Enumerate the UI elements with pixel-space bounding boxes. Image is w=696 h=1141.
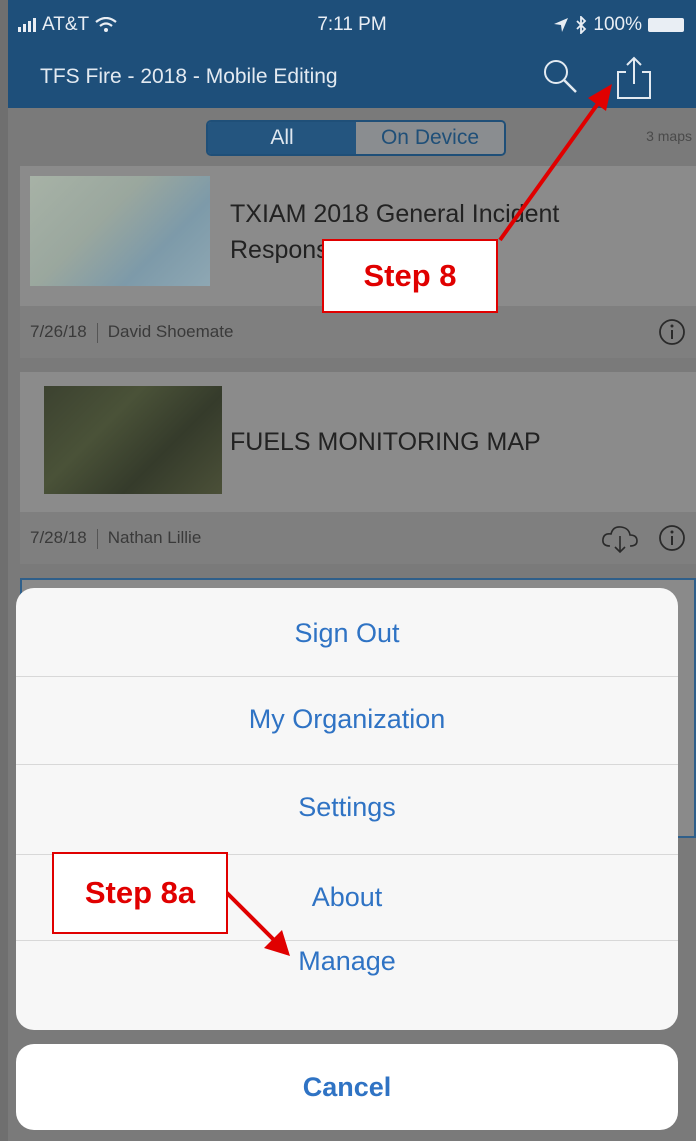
sheet-divider	[16, 764, 678, 765]
location-icon	[554, 18, 569, 32]
nav-title: TFS Fire - 2018 - Mobile Editing	[40, 65, 338, 88]
map-author: David Shoemate	[107, 322, 234, 341]
map-card-footer: 7/28/18 Nathan Lillie	[20, 512, 696, 564]
map-date: 7/28/18	[30, 528, 87, 547]
sheet-divider	[16, 940, 678, 941]
sign-out-button[interactable]: Sign Out	[16, 618, 678, 649]
my-organization-button[interactable]: My Organization	[16, 704, 678, 735]
map-author: Nathan Lillie	[107, 528, 202, 547]
share-icon[interactable]	[614, 54, 654, 100]
map-card-footer: 7/26/18 David Shoemate	[20, 306, 696, 358]
cancel-button[interactable]: Cancel	[16, 1044, 678, 1130]
step8a-callout: Step 8a	[52, 852, 228, 934]
battery-icon	[648, 18, 684, 32]
search-icon[interactable]	[540, 56, 580, 96]
nav-bar: TFS Fire - 2018 - Mobile Editing	[8, 50, 696, 108]
battery-percent: 100%	[593, 14, 642, 35]
cloud-download-icon[interactable]	[600, 522, 640, 554]
status-right-group: 100%	[553, 14, 684, 36]
status-bar: AT&T 7:11 PM 100%	[8, 0, 696, 50]
map-thumbnail	[44, 386, 222, 494]
map-date: 7/26/18	[30, 322, 87, 341]
footer-separator	[96, 322, 98, 343]
footer-separator	[96, 528, 98, 549]
segment-all[interactable]: All	[208, 122, 356, 154]
manage-button[interactable]: Manage	[16, 946, 678, 977]
segment-on-device[interactable]: On Device	[356, 122, 504, 154]
bluetooth-icon	[576, 16, 587, 34]
sheet-divider	[16, 676, 678, 677]
segmented-control: All On Device	[206, 120, 506, 156]
map-title: FUELS MONITORING MAP	[230, 428, 541, 456]
action-sheet: Sign Out My Organization Settings About …	[16, 588, 678, 1030]
info-icon[interactable]	[658, 524, 686, 552]
map-card[interactable]: FUELS MONITORING MAP 7/28/18 Nathan Lilli…	[20, 372, 696, 564]
step8-callout: Step 8	[322, 239, 498, 313]
map-thumbnail	[30, 176, 210, 286]
map-count: 3 maps	[646, 128, 692, 144]
info-icon[interactable]	[658, 318, 686, 346]
settings-button[interactable]: Settings	[16, 792, 678, 823]
